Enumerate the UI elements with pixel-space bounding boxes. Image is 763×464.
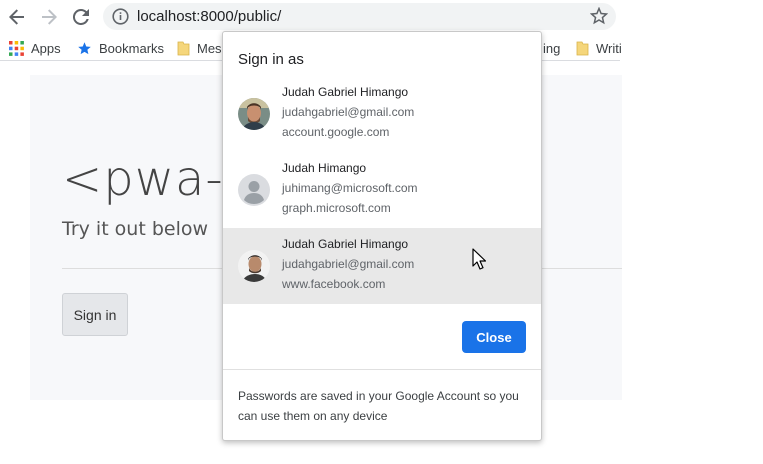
close-button[interactable]: Close: [462, 321, 526, 353]
url-text: localhost:8000/public/: [137, 8, 282, 25]
divider: [223, 369, 541, 370]
address-bar[interactable]: localhost:8000/public/: [103, 3, 616, 30]
bookmark-bookmarks[interactable]: Bookmarks: [77, 39, 164, 57]
bookmark-folder-3[interactable]: Writi: [576, 39, 622, 57]
avatar: [238, 174, 270, 206]
reload-button[interactable]: [69, 5, 93, 29]
account-email: judahgabriel@gmail.com: [282, 257, 415, 271]
bookmark-label: ing: [543, 40, 561, 56]
account-name: Judah Himango: [282, 161, 367, 175]
account-option[interactable]: Judah Gabriel Himango judahgabriel@gmail…: [223, 76, 541, 152]
browser-toolbar: localhost:8000/public/: [0, 0, 763, 34]
sign-in-dialog: Sign in as Judah Gabriel Himango judahga…: [222, 31, 542, 441]
mouse-cursor-icon: [472, 248, 486, 270]
account-name: Judah Gabriel Himango: [282, 85, 409, 99]
account-name: Judah Gabriel Himango: [282, 237, 409, 251]
bookmark-label: Apps: [31, 40, 61, 56]
bookmark-folder-2[interactable]: ing: [543, 39, 560, 57]
account-origin: graph.microsoft.com: [282, 201, 391, 215]
dialog-title: Sign in as: [238, 51, 304, 68]
avatar: [238, 98, 270, 130]
reload-icon: [73, 9, 89, 25]
bookmark-label: Mes: [197, 40, 222, 56]
bookmark-label: Writi: [596, 40, 622, 56]
account-origin: www.facebook.com: [282, 277, 386, 291]
bookmark-label: Bookmarks: [99, 40, 165, 56]
account-option[interactable]: Judah Himango juhimang@microsoft.com gra…: [223, 152, 541, 228]
account-origin: account.google.com: [282, 125, 390, 139]
apps-grid-icon: [9, 40, 24, 56]
forward-button[interactable]: [37, 5, 61, 29]
info-icon[interactable]: [112, 8, 129, 30]
bookmark-folder-1[interactable]: Mes: [177, 39, 222, 57]
folder-icon: [177, 41, 190, 55]
bookmark-apps[interactable]: Apps: [9, 39, 61, 57]
sign-in-button[interactable]: Sign in: [62, 293, 128, 336]
folder-icon: [576, 41, 589, 55]
avatar: [238, 250, 270, 282]
page-subtitle: Try it out below: [62, 218, 209, 240]
bookmark-star-icon[interactable]: [589, 6, 609, 30]
dialog-footer-text: Passwords are saved in your Google Accou…: [238, 389, 519, 423]
arrow-left-icon: [9, 9, 24, 25]
arrow-right-icon: [42, 9, 57, 25]
back-button[interactable]: [5, 5, 29, 29]
account-email: juhimang@microsoft.com: [282, 181, 418, 195]
account-email: judahgabriel@gmail.com: [282, 105, 415, 119]
account-option[interactable]: Judah Gabriel Himango judahgabriel@gmail…: [223, 228, 541, 304]
star-icon: [78, 41, 91, 54]
